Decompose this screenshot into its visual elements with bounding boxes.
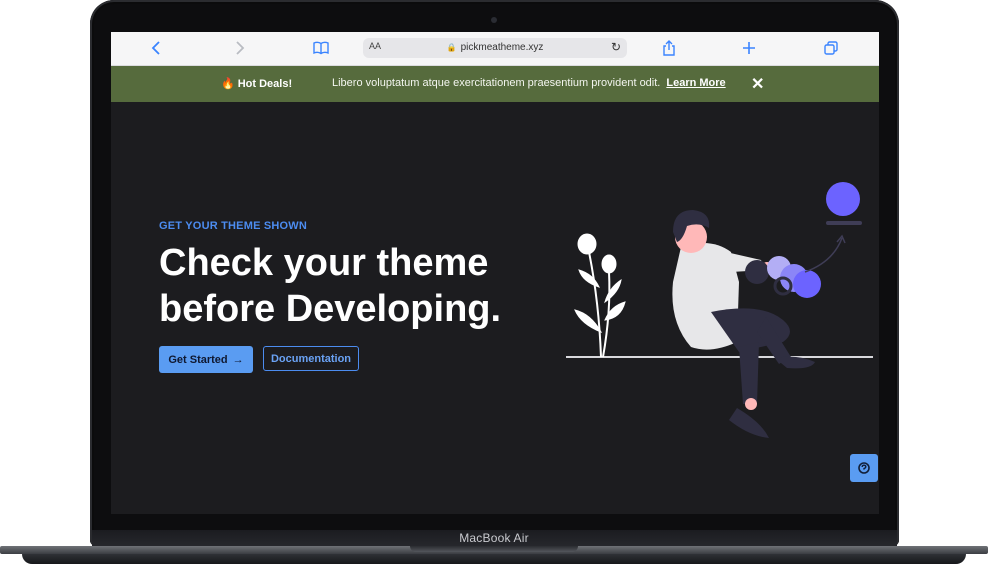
hero-title-line2: before Developing.: [159, 288, 502, 330]
base-notch: [410, 546, 578, 552]
book-icon[interactable]: [311, 38, 331, 58]
fire-icon: 🔥: [221, 78, 235, 90]
documentation-button[interactable]: Documentation: [263, 346, 359, 371]
close-icon[interactable]: ✕: [751, 74, 764, 94]
banner-text: Libero voluptatum atque exercitationem p…: [332, 77, 661, 89]
get-started-label: Get Started: [168, 353, 228, 366]
browser-toolbar: AA 🔒 pickmeatheme.xyz ↻: [111, 32, 879, 66]
plus-icon[interactable]: [739, 38, 759, 58]
promo-banner: 🔥 Hot Deals! Libero voluptatum atque exer…: [111, 66, 879, 102]
hero-illustration: [566, 182, 873, 438]
tabs-icon[interactable]: [821, 38, 841, 58]
documentation-label: Documentation: [270, 352, 352, 365]
url-display: 🔒 pickmeatheme.xyz: [363, 42, 627, 53]
banner-message: Libero voluptatum atque exercitationem p…: [332, 77, 726, 89]
address-bar[interactable]: AA 🔒 pickmeatheme.xyz ↻: [363, 38, 627, 58]
get-started-button[interactable]: Get Started →: [159, 346, 253, 373]
device-label: MacBook Air: [459, 531, 529, 545]
person-illustration: [672, 210, 815, 438]
forward-icon[interactable]: [229, 38, 249, 58]
url-text: pickmeatheme.xyz: [460, 42, 544, 53]
floating-circle: [826, 182, 860, 216]
back-icon[interactable]: [147, 38, 167, 58]
circles-illustration: [745, 256, 821, 298]
learn-more-link[interactable]: Learn More: [666, 77, 725, 89]
lock-icon: 🔒: [446, 43, 457, 52]
hot-deals-label: Hot Deals!: [237, 78, 293, 90]
reload-icon[interactable]: ↻: [611, 40, 621, 54]
hot-deals-badge: 🔥 Hot Deals!: [221, 77, 292, 90]
hero-title: Check your theme before Developing.: [159, 240, 579, 332]
base-bottom: [22, 554, 966, 564]
help-icon: [858, 462, 870, 474]
plant-illustration: [574, 233, 626, 358]
camera-dot: [491, 17, 497, 23]
arrow-right-icon: →: [232, 353, 244, 366]
hero-title-line1: Check your theme: [159, 242, 489, 284]
share-icon[interactable]: [659, 38, 679, 58]
help-button[interactable]: [850, 454, 878, 482]
laptop-base: [0, 546, 988, 568]
browser-screen: AA 🔒 pickmeatheme.xyz ↻ 🔥 Hot Deals! Liber…: [111, 32, 879, 514]
hero-eyebrow: GET YOUR THEME SHOWN: [159, 220, 308, 232]
